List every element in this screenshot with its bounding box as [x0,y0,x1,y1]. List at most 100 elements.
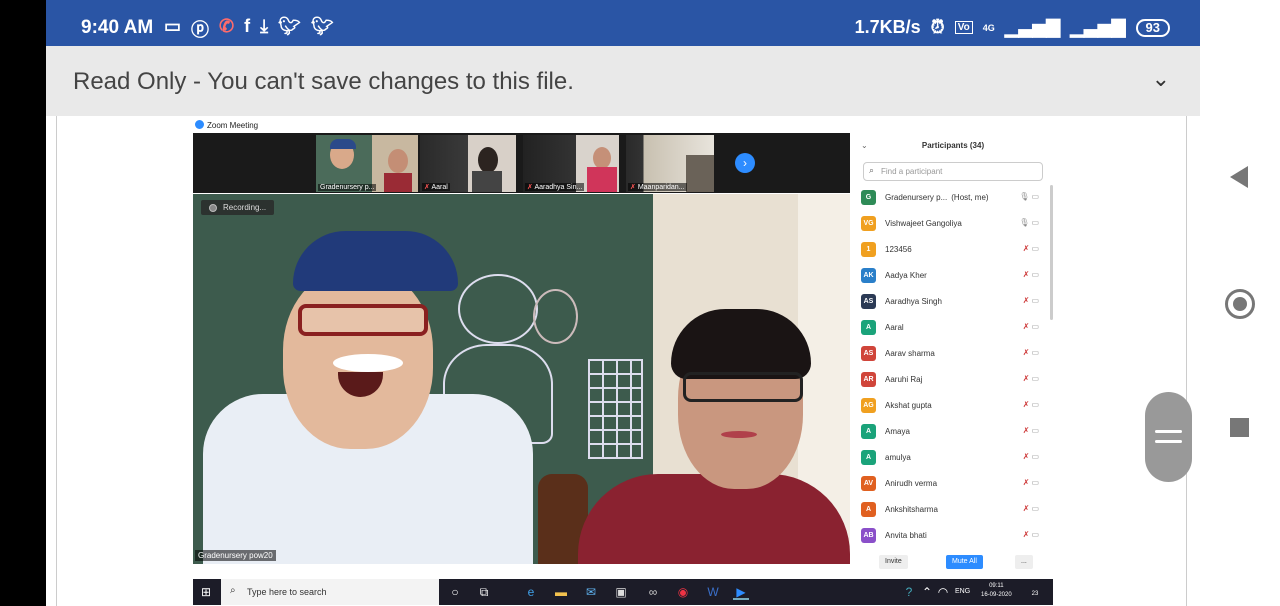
video-camera-icon[interactable]: ▭ [1031,218,1039,227]
participant-status-icons: 🎙︎ ▭ [1019,192,1039,201]
muted-mic-icon[interactable]: ✗ [1023,296,1030,305]
chevron-down-icon[interactable]: ⌄ [1152,66,1170,92]
muted-mic-icon[interactable]: ✗ [1023,270,1030,279]
doc-border [56,116,57,606]
participant-list: G Gradenursery p... (Host, me) 🎙︎ ▭ VG Vishwaj… [859,187,1043,551]
muted-mic-icon[interactable]: ✗ [1023,504,1030,513]
task-view-icon[interactable]: ⧉ [476,584,492,600]
participant-status-icons: ✗ ▭ [1023,296,1039,305]
participant-row[interactable]: AB Anvita bhati ✗ ▭ [859,525,1043,551]
participant-name: Anvita bhati [885,531,927,540]
video-camera-icon[interactable]: ▭ [1031,192,1039,201]
muted-mic-icon[interactable]: ✗ [1023,530,1030,539]
participant-row[interactable]: AS Aarav sharma ✗ ▭ [859,343,1043,369]
zoom-app-icon[interactable]: ▶ [733,584,749,600]
participant-thumbnail[interactable]: ✗ Maanparidan... [626,135,714,192]
participant-row[interactable]: A Ankshitsharma ✗ ▭ [859,499,1043,525]
active-speaker-label: Gradenursery pow20 [195,550,276,561]
back-icon[interactable] [1230,166,1248,188]
video-camera-icon[interactable]: ▭ [1031,452,1039,461]
language-indicator[interactable]: ENG [955,588,970,595]
file-explorer-icon[interactable]: ▬ [553,584,569,600]
edge-icon[interactable]: e [523,584,539,600]
participant-thumbnail[interactable]: ✗ Aaradhya Sin... [523,135,619,192]
participant-row[interactable]: A Aaral ✗ ▭ [859,317,1043,343]
cortana-icon[interactable]: ○ [447,584,463,600]
mail-icon[interactable]: ✉ [583,584,599,600]
participant-row[interactable]: AG Akshat gupta ✗ ▭ [859,395,1043,421]
participant-status-icons: ✗ ▭ [1023,426,1039,435]
thumbnail-strip: Gradenursery p... ✗ Aaral ✗ Aaradhya Sin… [193,133,850,193]
participant-row[interactable]: AR Aaruhi Raj ✗ ▭ [859,369,1043,395]
video-camera-icon[interactable]: ▭ [1031,478,1039,487]
participant-row[interactable]: A Amaya ✗ ▭ [859,421,1043,447]
video-camera-icon[interactable]: ▭ [1031,348,1039,357]
tray-chevron-icon[interactable]: ⌃ [919,584,935,600]
participant-search-input[interactable]: ⌕ Find a participant [863,162,1043,181]
more-button[interactable]: ... [1015,555,1033,569]
muted-mic-icon[interactable]: ✗ [1023,244,1030,253]
participants-footer: Invite Mute All ... [853,555,1053,577]
phone-screen: 9:40 AM ▭ ⓟ ✆ f ⤓ 🐦︎ 🐦︎ 1.7KB/s ⏰︎ Vo 4G… [46,0,1200,606]
thumbnail-label: ✗ Aaradhya Sin... [525,183,585,191]
doc-border [1186,116,1187,606]
help-icon[interactable]: ? [901,584,917,600]
read-only-banner[interactable]: Read Only - You can't save changes to th… [46,46,1200,116]
store-icon[interactable]: ▣ [613,584,629,600]
recents-icon[interactable] [1230,418,1249,437]
participant-row[interactable]: VG Vishwajeet Gangoliya 🎙︎ ▭ [859,213,1043,239]
alarm-icon: ⏰︎ [930,17,945,37]
taskbar-clock[interactable]: 09:11 16-09-2020 [981,582,1012,600]
scrollbar[interactable] [1050,185,1053,320]
video-camera-icon[interactable]: ▭ [1031,426,1039,435]
clock-time: 09:11 [989,583,1004,589]
participants-panel: ⌄ Participants (34) ⌕ Find a participant… [853,117,1053,577]
participant-status-icons: ✗ ▭ [1023,478,1039,487]
muted-mic-icon[interactable]: ✗ [1023,374,1030,383]
mic-icon[interactable]: 🎙︎ [1019,218,1029,227]
muted-mic-icon[interactable]: ✗ [1023,400,1030,409]
participants-header: Participants (34) [921,141,985,150]
windows-start-icon[interactable]: ⊞ [201,585,211,599]
wifi-icon[interactable]: ◠ [935,584,951,600]
floating-handle[interactable] [1145,392,1192,482]
video-camera-icon[interactable]: ▭ [1031,296,1039,305]
video-camera-icon[interactable]: ▭ [1031,322,1039,331]
home-icon[interactable] [1225,289,1255,319]
muted-mic-icon[interactable]: ✗ [1023,452,1030,461]
video-camera-icon[interactable]: ▭ [1031,530,1039,539]
participant-name: Vishwajeet Gangoliya [885,219,962,228]
video-camera-icon[interactable]: ▭ [1031,504,1039,513]
video-camera-icon[interactable]: ▭ [1031,270,1039,279]
mute-all-button[interactable]: Mute All [946,555,983,569]
participant-row[interactable]: AK Aadya Kher ✗ ▭ [859,265,1043,291]
participant-thumbnail[interactable]: Gradenursery p... [316,135,418,192]
search-icon: ⌕ [230,585,236,596]
participant-thumbnail[interactable]: ✗ Aaral [420,135,516,192]
muted-mic-icon[interactable]: ✗ [1023,478,1030,487]
muted-mic-icon[interactable]: ✗ [1023,348,1030,357]
invite-button[interactable]: Invite [879,555,908,569]
muted-mic-icon[interactable]: ✗ [1023,426,1030,435]
participant-row[interactable]: AV Anirudh verma ✗ ▭ [859,473,1043,499]
participant-name: Aadya Kher [885,271,927,280]
chrome-icon[interactable]: ◉ [675,584,691,600]
participant-status-icons: ✗ ▭ [1023,374,1039,383]
participant-row[interactable]: Aamulya ✗ ▭ [859,447,1043,473]
video-camera-icon[interactable]: ▭ [1031,374,1039,383]
mic-icon[interactable]: 🎙︎ [1019,192,1029,201]
participant-row[interactable]: G Gradenursery p... (Host, me) 🎙︎ ▭ [859,187,1043,213]
participant-row[interactable]: 1 123456 ✗ ▭ [859,239,1043,265]
recording-badge[interactable]: Recording... [201,200,275,215]
participant-name: Aarav sharma [885,349,935,358]
word-icon[interactable]: W [705,584,721,600]
muted-mic-icon[interactable]: ✗ [1023,322,1030,331]
avatar: G [861,190,876,205]
video-camera-icon[interactable]: ▭ [1031,244,1039,253]
next-page-button[interactable]: › [735,153,755,173]
infinity-icon[interactable]: ∞ [645,584,661,600]
notification-icon[interactable]: 23 [1027,584,1043,600]
video-camera-icon[interactable]: ▭ [1031,400,1039,409]
taskbar-search-input[interactable]: ⌕ Type here to search [221,579,439,605]
participant-row[interactable]: AS Aaradhya Singh ✗ ▭ [859,291,1043,317]
